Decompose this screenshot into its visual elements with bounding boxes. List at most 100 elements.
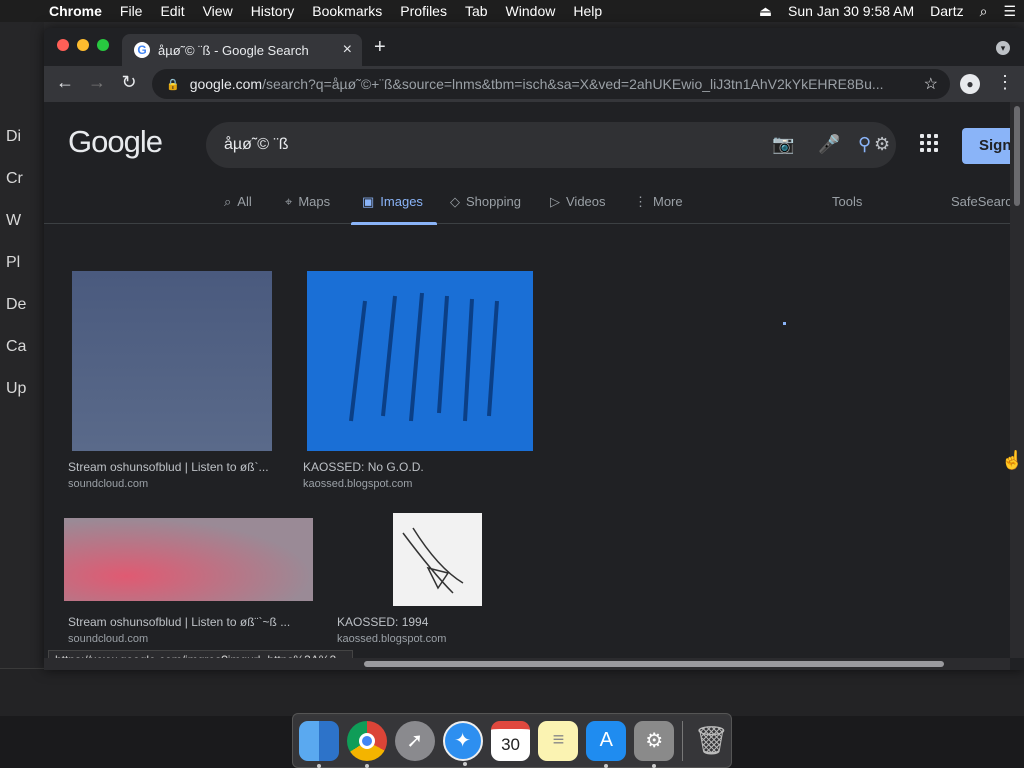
menu-history[interactable]: History bbox=[242, 3, 304, 19]
background-sidebar-item[interactable]: Di bbox=[6, 128, 21, 146]
lock-icon[interactable]: 🔒 bbox=[166, 78, 180, 91]
image-icon: ▣ bbox=[362, 194, 375, 209]
menu-window[interactable]: Window bbox=[497, 3, 565, 19]
scrollbar-thumb[interactable] bbox=[1014, 106, 1020, 206]
background-sidebar-item[interactable]: Ca bbox=[6, 338, 26, 356]
tab-shopping[interactable]: ◇ Shopping bbox=[450, 194, 521, 210]
google-apps-icon[interactable] bbox=[920, 134, 938, 152]
calendar-icon[interactable]: 30 bbox=[490, 720, 531, 761]
trash-icon[interactable]: 🗑 bbox=[691, 721, 731, 761]
menu-edit[interactable]: Edit bbox=[151, 3, 193, 19]
eject-icon[interactable]: ⏏ bbox=[751, 3, 780, 20]
play-icon: ▷ bbox=[550, 194, 560, 209]
result-title[interactable]: KAOSSED: No G.O.D. bbox=[303, 460, 424, 474]
camera-icon[interactable]: 📷 bbox=[772, 134, 794, 155]
settings-gear-icon[interactable]: ⚙ bbox=[874, 134, 890, 155]
scrollbar-thumb[interactable] bbox=[364, 661, 944, 667]
result-site[interactable]: soundcloud.com bbox=[68, 633, 148, 645]
menubar-user[interactable]: Dartz bbox=[922, 3, 971, 19]
new-tab-button[interactable]: + bbox=[374, 36, 386, 59]
minimize-window-button[interactable] bbox=[77, 39, 89, 51]
active-tab-indicator bbox=[351, 222, 437, 225]
spotlight-icon[interactable]: ⌕ bbox=[972, 3, 996, 20]
address-bar[interactable]: 🔒 google.com/search?q=åµø˜©+¨ß&source=ln… bbox=[152, 69, 950, 99]
search-icon[interactable]: ⚲ bbox=[858, 134, 871, 155]
menu-file[interactable]: File bbox=[111, 3, 152, 19]
profile-icon[interactable]: ● bbox=[960, 74, 980, 94]
dock: ➚ ✦ 30 ≡ A ⚙ 🗑 bbox=[292, 713, 732, 768]
safari-icon[interactable]: ✦ bbox=[442, 720, 483, 766]
slashed-canvas-art bbox=[349, 292, 499, 422]
bookmark-star-icon[interactable]: ☆ bbox=[924, 74, 938, 94]
zoom-window-button[interactable] bbox=[97, 39, 109, 51]
tab-search-icon[interactable]: ▾ bbox=[996, 41, 1010, 55]
tab-maps[interactable]: ⌖ Maps bbox=[285, 194, 330, 210]
result-image[interactable] bbox=[393, 513, 482, 606]
browser-toolbar: ← → ↻ 🔒 google.com/search?q=åµø˜©+¨ß&sou… bbox=[44, 66, 1024, 102]
menu-view[interactable]: View bbox=[194, 3, 242, 19]
result-image[interactable] bbox=[72, 271, 272, 451]
result-title[interactable]: Stream oshunsofblud | Listen to øß`... bbox=[68, 460, 269, 474]
control-center-icon[interactable]: ☰ bbox=[995, 3, 1024, 20]
microphone-icon[interactable]: 🎤 bbox=[818, 134, 840, 155]
app-store-icon[interactable]: A bbox=[586, 720, 627, 768]
background-sidebar-item[interactable]: Pl bbox=[6, 254, 20, 272]
result-title[interactable]: Stream oshunsofblud | Listen to øß¨`~ß .… bbox=[68, 615, 290, 629]
result-title[interactable]: KAOSSED: 1994 bbox=[337, 615, 428, 629]
menubar-clock[interactable]: Sun Jan 30 9:58 AM bbox=[780, 3, 922, 19]
tab-more[interactable]: ⋮ More bbox=[634, 194, 683, 210]
menu-help[interactable]: Help bbox=[564, 3, 611, 19]
launchpad-icon[interactable]: ➚ bbox=[394, 720, 435, 761]
notes-icon[interactable]: ≡ bbox=[538, 720, 579, 761]
sketch-illustration bbox=[402, 527, 464, 594]
tab-label: Shopping bbox=[466, 194, 521, 209]
loading-indicator bbox=[783, 322, 786, 325]
vertical-scrollbar[interactable] bbox=[1010, 102, 1024, 658]
sign-in-button[interactable]: Sign bbox=[962, 128, 1010, 164]
menu-profiles[interactable]: Profiles bbox=[391, 3, 456, 19]
tab-label: Images bbox=[380, 194, 423, 209]
menu-bookmarks[interactable]: Bookmarks bbox=[303, 3, 391, 19]
close-tab-icon[interactable]: × bbox=[343, 41, 352, 59]
hand-cursor-icon: ☝ bbox=[1001, 450, 1024, 470]
tools-button[interactable]: Tools bbox=[832, 194, 862, 209]
menu-tab[interactable]: Tab bbox=[456, 3, 497, 19]
search-type-tabs: ⌕ All ⌖ Maps ▣ Images ◇ Shopping ▷ Videos ⋮ Mo… bbox=[44, 186, 1010, 225]
background-sidebar-item[interactable]: Cr bbox=[6, 170, 23, 188]
close-window-button[interactable] bbox=[57, 39, 69, 51]
tab-images[interactable]: ▣ Images bbox=[362, 194, 423, 210]
background-window-footer bbox=[0, 668, 1024, 716]
finder-icon[interactable] bbox=[299, 720, 339, 768]
reload-button[interactable]: ↻ bbox=[117, 72, 141, 93]
forward-button[interactable]: → bbox=[85, 72, 109, 93]
google-favicon-icon: G bbox=[134, 42, 150, 58]
result-site[interactable]: soundcloud.com bbox=[68, 478, 148, 490]
result-site[interactable]: kaossed.blogspot.com bbox=[303, 478, 412, 490]
back-button[interactable]: ← bbox=[53, 72, 77, 93]
tab-videos[interactable]: ▷ Videos bbox=[550, 194, 606, 210]
tab-label: All bbox=[237, 194, 252, 209]
tab-strip: G åµø˜© ¨ß - Google Search × + ▾ bbox=[44, 28, 1024, 66]
browser-tab[interactable]: G åµø˜© ¨ß - Google Search × bbox=[122, 34, 362, 66]
background-sidebar-item[interactable]: W bbox=[6, 212, 21, 230]
page-content: Google åµø˜© ¨ß 📷 🎤 ⚲ ⚙ Sign ⌕ All ⌖ Maps … bbox=[44, 102, 1010, 670]
tag-icon: ◇ bbox=[450, 194, 460, 209]
search-query: åµø˜© ¨ß bbox=[224, 136, 289, 153]
background-sidebar-item[interactable]: Up bbox=[6, 380, 26, 398]
chrome-icon[interactable] bbox=[346, 720, 387, 768]
search-input[interactable]: åµø˜© ¨ß 📷 🎤 ⚲ ⚙ bbox=[206, 122, 896, 168]
safesearch-button[interactable]: SafeSearch bbox=[951, 194, 1010, 209]
menu-app-name[interactable]: Chrome bbox=[40, 3, 111, 19]
result-image[interactable] bbox=[307, 271, 533, 451]
result-image[interactable] bbox=[64, 518, 313, 601]
system-preferences-icon[interactable]: ⚙ bbox=[634, 720, 675, 768]
background-sidebar-item[interactable]: De bbox=[6, 296, 26, 314]
background-sidebar: Di Cr W Pl De Ca Up bbox=[0, 22, 44, 714]
tab-all[interactable]: ⌕ All bbox=[224, 194, 252, 210]
horizontal-scrollbar[interactable] bbox=[44, 658, 1010, 670]
map-pin-icon: ⌖ bbox=[285, 194, 293, 209]
result-site[interactable]: kaossed.blogspot.com bbox=[337, 633, 446, 645]
chrome-menu-icon[interactable]: ⋮ bbox=[996, 72, 1014, 93]
url-path: /search?q=åµø˜©+¨ß&source=lnms&tbm=isch&… bbox=[262, 76, 884, 92]
google-logo[interactable]: Google bbox=[68, 124, 163, 160]
